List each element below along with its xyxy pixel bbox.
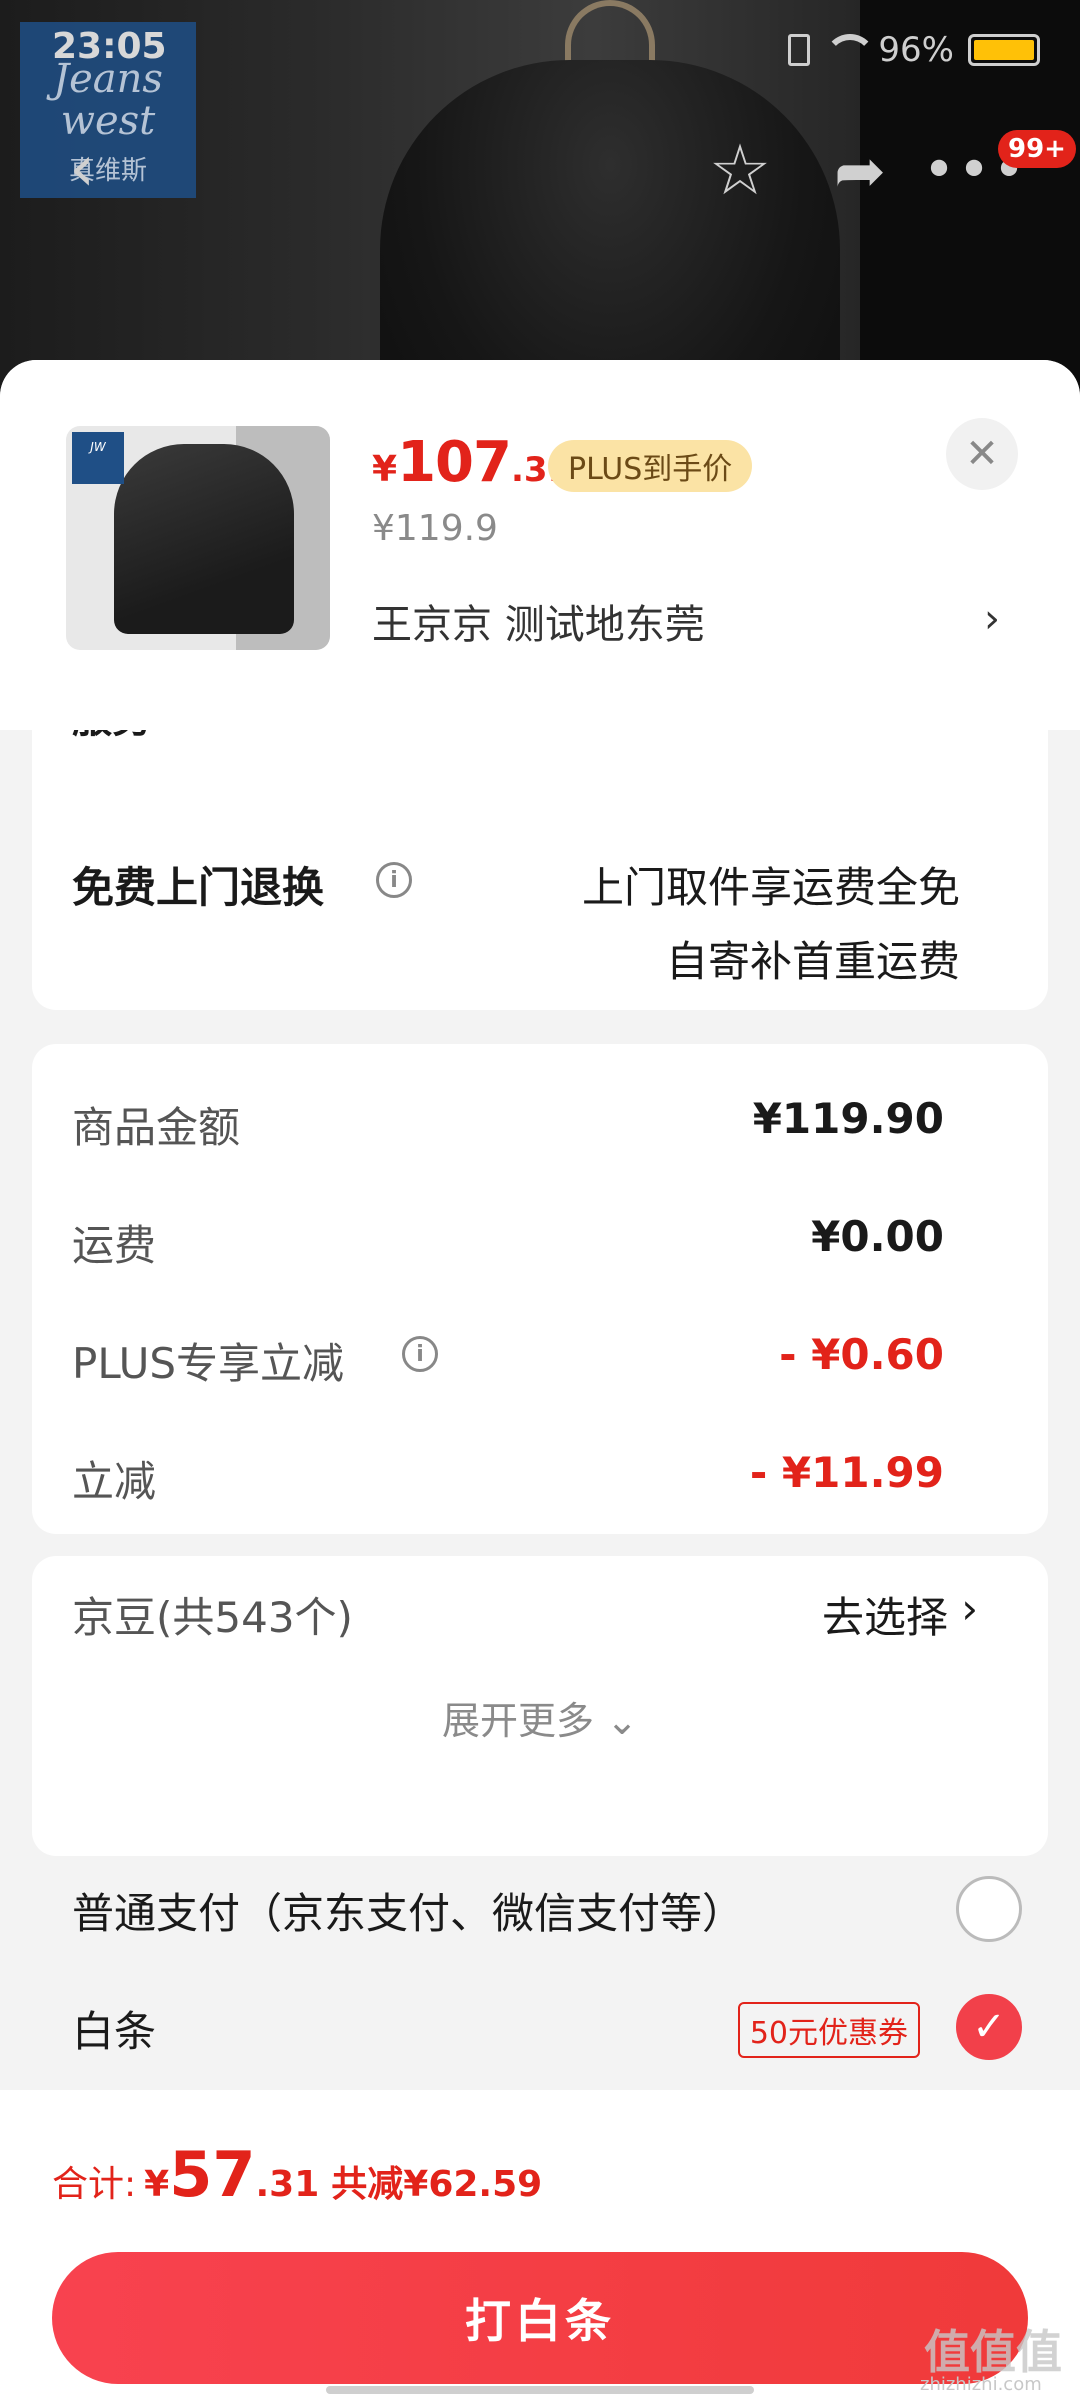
summary-label: 运费 bbox=[72, 1221, 157, 1270]
original-price: ¥119.9 bbox=[372, 508, 498, 549]
watermark-sub: zhizhizhi.com bbox=[920, 2374, 1042, 2395]
close-icon: ✕ bbox=[965, 431, 999, 477]
payment-option-label: 白条 bbox=[72, 2007, 157, 2056]
battery-percent: 96% bbox=[878, 30, 954, 70]
delivery-address[interactable]: 王京京 测试地东莞 bbox=[372, 592, 705, 650]
total-integer: 57 bbox=[169, 2138, 256, 2211]
service-card: 服务 免费上门退换 i 上门取件享运费全免 自寄补首重运费 bbox=[32, 690, 1048, 1010]
home-indicator[interactable] bbox=[326, 2386, 754, 2394]
summary-value[interactable]: 去选择 bbox=[822, 1584, 948, 1645]
product-header: JW ¥ 107 .31 PLUS到手价 ¥119.9 王京京 测试地东莞 › … bbox=[0, 360, 1080, 730]
summary-row-plus-discount: PLUS专享立减 i - ¥0.60 bbox=[72, 1330, 1008, 1390]
service-detail-line1: 上门取件享运费全免 bbox=[581, 863, 960, 912]
total-label: 合计: bbox=[52, 2164, 137, 2205]
jacket-thumbnail-graphic bbox=[114, 444, 294, 634]
message-badge: 99+ bbox=[998, 130, 1076, 168]
back-icon[interactable]: ‹ bbox=[52, 132, 112, 206]
price-summary-card: 商品金额 ¥119.90 运费 ¥0.00 PLUS专享立减 i - ¥0.60… bbox=[32, 1044, 1048, 1534]
product-thumbnail: JW bbox=[66, 426, 330, 650]
free-return-label: 免费上门退换 bbox=[72, 863, 325, 912]
coupon-badge[interactable]: 50元优惠券 bbox=[737, 2002, 920, 2058]
info-icon[interactable]: i bbox=[402, 1336, 438, 1372]
status-indicators: 96% bbox=[788, 30, 1040, 70]
total-decimal: .31 bbox=[255, 2164, 320, 2205]
summary-row-instant-discount: 立减 - ¥11.99 bbox=[72, 1448, 1008, 1508]
payment-option-label: 普通支付（京东支付、微信支付等） bbox=[72, 1889, 745, 1938]
plus-price-tag: PLUS到手价 bbox=[548, 440, 753, 492]
summary-row-shipping: 运费 ¥0.00 bbox=[72, 1212, 1008, 1272]
summary-value: ¥119.90 bbox=[752, 1094, 944, 1143]
info-icon[interactable]: i bbox=[376, 862, 412, 898]
sim-icon bbox=[788, 34, 811, 66]
chevron-right-icon[interactable]: › bbox=[961, 1584, 978, 1633]
price-integer: 107 bbox=[397, 430, 512, 495]
status-time: 23:05 bbox=[52, 26, 167, 67]
watermark: 值值值 bbox=[924, 2325, 1062, 2379]
close-button[interactable]: ✕ bbox=[946, 418, 1018, 490]
price: ¥ 107 .31 bbox=[372, 430, 571, 495]
service-detail-line2: 自寄补首重运费 bbox=[665, 937, 960, 986]
top-nav-bar: ‹ ☆ ➦ ••• 99+ bbox=[0, 120, 1080, 230]
favorite-star-icon[interactable]: ☆ bbox=[700, 129, 780, 211]
summary-value: - ¥0.60 bbox=[779, 1330, 944, 1379]
payment-option-normal[interactable]: 普通支付（京东支付、微信支付等） bbox=[72, 1876, 1032, 1946]
price-currency: ¥ bbox=[372, 449, 398, 490]
chevron-right-icon[interactable]: › bbox=[984, 596, 1000, 642]
total-currency: ¥ bbox=[144, 2164, 170, 2205]
summary-label: PLUS专享立减 bbox=[72, 1339, 345, 1388]
total-saved: 共减¥62.59 bbox=[331, 2164, 543, 2205]
summary-label: 立减 bbox=[72, 1457, 157, 1506]
radio-checked-icon[interactable]: ✓ bbox=[956, 1994, 1022, 2060]
radio-unchecked[interactable] bbox=[956, 1876, 1022, 1942]
summary-row-goods-amount: 商品金额 ¥119.90 bbox=[72, 1094, 1008, 1154]
payment-option-baitiao[interactable]: 白条 50元优惠券 ✓ bbox=[72, 1994, 1032, 2064]
summary-label: 京豆(共543个) bbox=[72, 1593, 353, 1642]
summary-value: - ¥11.99 bbox=[749, 1448, 944, 1497]
status-bar: 23:05 96% bbox=[0, 0, 1080, 100]
brand-tag-icon: JW bbox=[72, 432, 124, 484]
checkout-bar: 合计: ¥ 57 .31 共减¥62.59 打白条 bbox=[0, 2090, 1080, 2400]
summary-label: 商品金额 bbox=[72, 1103, 241, 1152]
pay-baitiao-button[interactable]: 打白条 bbox=[52, 2252, 1028, 2384]
share-icon[interactable]: ➦ bbox=[820, 130, 900, 210]
summary-row-jingdou[interactable]: 京豆(共543个) 去选择 › bbox=[72, 1584, 1008, 1644]
summary-value: ¥0.00 bbox=[811, 1212, 944, 1261]
battery-icon bbox=[968, 34, 1040, 66]
wifi-icon bbox=[824, 34, 877, 66]
order-total: 合计: ¥ 57 .31 共减¥62.59 bbox=[52, 2138, 542, 2211]
expand-more-button[interactable]: 展开更多 ⌄ bbox=[32, 1690, 1048, 1745]
